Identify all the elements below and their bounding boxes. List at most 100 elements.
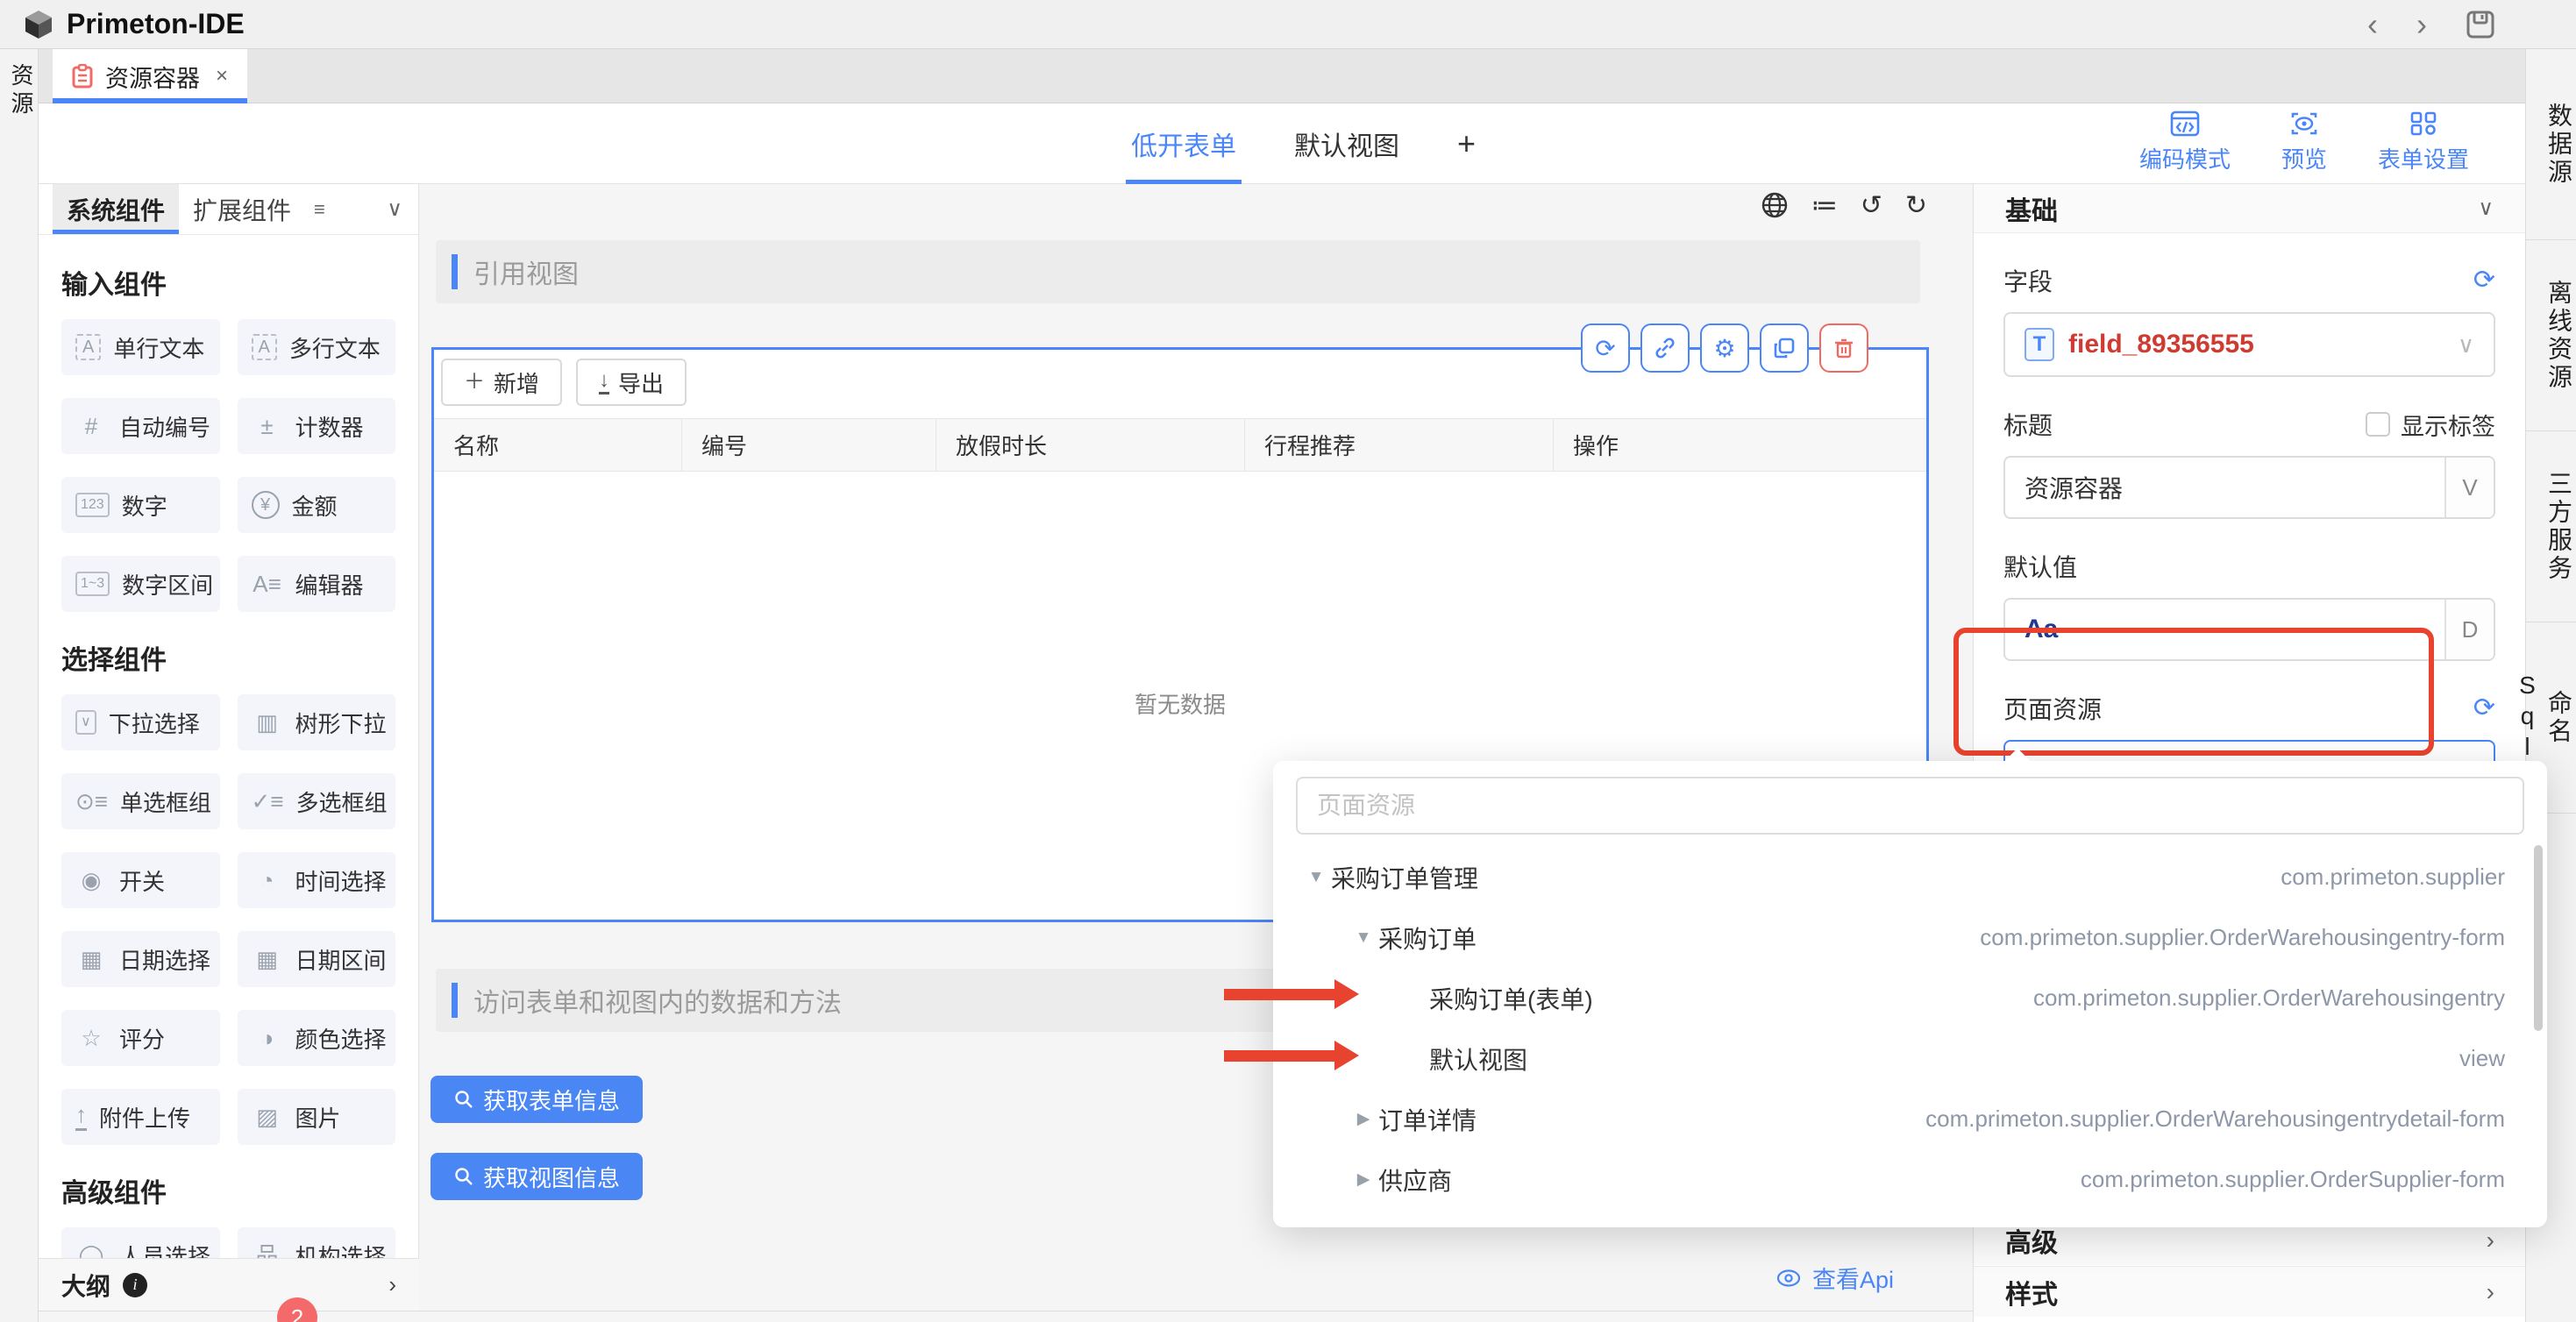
component-chip-multi-line-text[interactable]: A多行文本 [238, 319, 396, 375]
outline-tree-icon[interactable]: ≔ [1811, 190, 1838, 221]
tree-node-purchase-order-form[interactable]: 采购订单(表单) com.primeton.supplier.OrderWare… [1296, 968, 2524, 1028]
tree-node-supplier[interactable]: ▶ 供应商 com.primeton.supplier.OrderSupplie… [1296, 1149, 2524, 1210]
collapse-panel-icon[interactable]: ∨ [387, 184, 402, 234]
tree-node-default-view[interactable]: 默认视图 view [1296, 1028, 2524, 1089]
form-settings-button[interactable]: 表单设置 [2378, 110, 2469, 174]
tab-default-view[interactable]: 默认视图 [1294, 103, 1399, 184]
field-select[interactable]: T field_89356555 ∨ [2003, 312, 2495, 377]
component-chip-number[interactable]: 123数字 [61, 477, 220, 533]
component-chip-date-picker[interactable]: ▦日期选择 [61, 931, 220, 987]
get-view-info-button[interactable]: 获取视图信息 [431, 1153, 643, 1200]
column-header-actions[interactable]: 操作 [1554, 419, 1926, 471]
caret-down-icon[interactable]: ▼ [1348, 928, 1378, 948]
component-chip-upload[interactable]: ↑附件上传 [61, 1089, 220, 1145]
column-header-name[interactable]: 名称 [434, 419, 682, 471]
component-settings-button[interactable]: ⚙ [1700, 323, 1749, 373]
close-tab-icon[interactable]: × [216, 64, 228, 89]
add-row-button[interactable]: ＋ 新增 [441, 359, 562, 406]
component-chip-toggle[interactable]: ◉开关 [61, 852, 220, 908]
tree-node-label: 采购订单 [1378, 920, 1477, 956]
selection-toolbar: ⟳ ⚙ [1581, 323, 1868, 373]
chip-label: 下拉选择 [109, 707, 200, 739]
column-header-code[interactable]: 编号 [682, 419, 936, 471]
show-label-checkbox[interactable] [2366, 412, 2390, 437]
component-chip-auto-number[interactable]: #自动编号 [61, 398, 220, 454]
tree-node-order-detail[interactable]: ▶ 订单详情 com.primeton.supplier.OrderWareho… [1296, 1089, 2524, 1149]
components-menu-icon[interactable]: ≡ [314, 184, 325, 234]
component-chip-time-picker[interactable]: ◔时间选择 [238, 852, 396, 908]
tree-node-purchase-order[interactable]: ▼ 采购订单 com.primeton.supplier.OrderWareho… [1296, 907, 2524, 968]
default-suffix-button[interactable]: D [2444, 600, 2494, 659]
redo-icon[interactable]: ↻ [1905, 190, 1927, 221]
accent-bar [452, 254, 458, 289]
chevron-right-icon[interactable]: › [388, 1271, 396, 1298]
component-chip-radio-group[interactable]: ⊙≡单选框组 [61, 773, 220, 829]
outline-footer[interactable]: 大纲 i › [39, 1258, 419, 1311]
component-chip-color-picker[interactable]: ◑颜色选择 [238, 1010, 396, 1066]
refresh-page-resource-icon[interactable]: ⟳ [2473, 695, 2495, 721]
default-value-input[interactable]: Aa D [2003, 598, 2495, 661]
single-line-text-icon: A [75, 334, 101, 360]
component-chip-currency[interactable]: ¥ 金额 [238, 477, 396, 533]
view-api-link[interactable]: 查看Api [1775, 1261, 1894, 1295]
component-chip-counter[interactable]: ±计数器 [238, 398, 396, 454]
link-component-button[interactable] [1640, 323, 1690, 373]
component-chip-org-select[interactable]: 品机构选择 [238, 1227, 396, 1258]
globe-icon[interactable] [1761, 191, 1789, 219]
upload-icon: ↑ [75, 1103, 87, 1131]
preview-button[interactable]: 预览 [2281, 110, 2327, 174]
column-header-holiday-duration[interactable]: 放假时长 [936, 419, 1245, 471]
title-input[interactable]: 资源容器 V [2003, 456, 2495, 519]
basic-section-title: 基础 [2005, 189, 2058, 228]
refresh-field-icon[interactable]: ⟳ [2473, 267, 2495, 294]
caret-right-icon[interactable]: ▶ [1348, 1109, 1378, 1129]
rail-item-resources[interactable]: 资源 [0, 63, 38, 119]
nav-back-icon[interactable]: ‹ [2367, 9, 2378, 40]
component-chip-person-select[interactable]: ◯人员选择 [61, 1227, 220, 1258]
sync-component-button[interactable]: ⟳ [1581, 323, 1630, 373]
component-chip-tree-select[interactable]: ▥树形下拉 [238, 694, 396, 750]
component-chip-select-dropdown[interactable]: ∨下拉选择 [61, 694, 220, 750]
undo-icon[interactable]: ↺ [1861, 190, 1882, 221]
doc-tab-resource-container[interactable]: 资源容器 × [53, 49, 247, 103]
currency-icon: ¥ [252, 491, 280, 519]
rail-item-datasource[interactable]: 数据源 [2526, 49, 2576, 240]
chevron-down-icon[interactable]: ∨ [2478, 195, 2494, 221]
delete-component-button[interactable] [1819, 323, 1868, 373]
tab-extension-components[interactable]: 扩展组件 [179, 184, 305, 234]
chevron-right-icon[interactable]: › [2487, 1226, 2494, 1254]
caret-right-icon[interactable]: ▶ [1348, 1169, 1378, 1190]
column-header-trip-recommendation[interactable]: 行程推荐 [1245, 419, 1554, 471]
component-chip-rich-editor[interactable]: A≡编辑器 [238, 556, 396, 612]
component-chip-checkbox-group[interactable]: ✓≡多选框组 [238, 773, 396, 829]
chevron-right-icon[interactable]: › [2487, 1278, 2494, 1306]
basic-section-header[interactable]: 基础 ∨ [1974, 184, 2525, 233]
title-suffix-button[interactable]: V [2444, 458, 2494, 517]
save-icon[interactable] [2466, 10, 2495, 39]
tab-system-components[interactable]: 系统组件 [53, 184, 179, 234]
nav-forward-icon[interactable]: › [2416, 9, 2427, 40]
component-chip-image[interactable]: ▨ 图片 [238, 1089, 396, 1145]
tree-node-code: com.primeton.supplier.OrderSupplier-form [2081, 1166, 2524, 1193]
component-chip-rating[interactable]: ☆评分 [61, 1010, 220, 1066]
component-chip-number-range[interactable]: 1~3数字区间 [61, 556, 220, 612]
rail-item-third-party-services[interactable]: 三方服务 [2526, 431, 2576, 622]
dropdown-search-input[interactable] [1296, 777, 2524, 835]
export-button[interactable]: ↓ 导出 [576, 359, 687, 406]
caret-down-icon[interactable]: ▼ [1301, 868, 1331, 887]
chip-label: 金额 [292, 489, 338, 522]
image-icon: ▨ [252, 1105, 283, 1128]
add-view-button[interactable]: + [1457, 125, 1476, 162]
get-form-info-button[interactable]: 获取表单信息 [431, 1076, 643, 1123]
rail-item-offline-resources[interactable]: 离线资源 [2526, 240, 2576, 431]
code-mode-button[interactable]: 编码模式 [2139, 110, 2231, 174]
dropdown-scrollbar[interactable] [2534, 845, 2543, 1031]
tab-lowcode-form[interactable]: 低开表单 [1131, 103, 1236, 184]
component-chip-date-range[interactable]: ▦日期区间 [238, 931, 396, 987]
chip-label: 图片 [295, 1101, 341, 1134]
component-chip-single-line-text[interactable]: A单行文本 [61, 319, 220, 375]
tree-node-purchase-order-mgmt[interactable]: ▼ 采购订单管理 com.primeton.supplier [1296, 847, 2524, 907]
copy-component-button[interactable] [1760, 323, 1809, 373]
tree-node-code: com.primeton.supplier.OrderWarehousingen… [1980, 924, 2524, 951]
style-section-header[interactable]: 样式 › [1974, 1266, 2526, 1317]
